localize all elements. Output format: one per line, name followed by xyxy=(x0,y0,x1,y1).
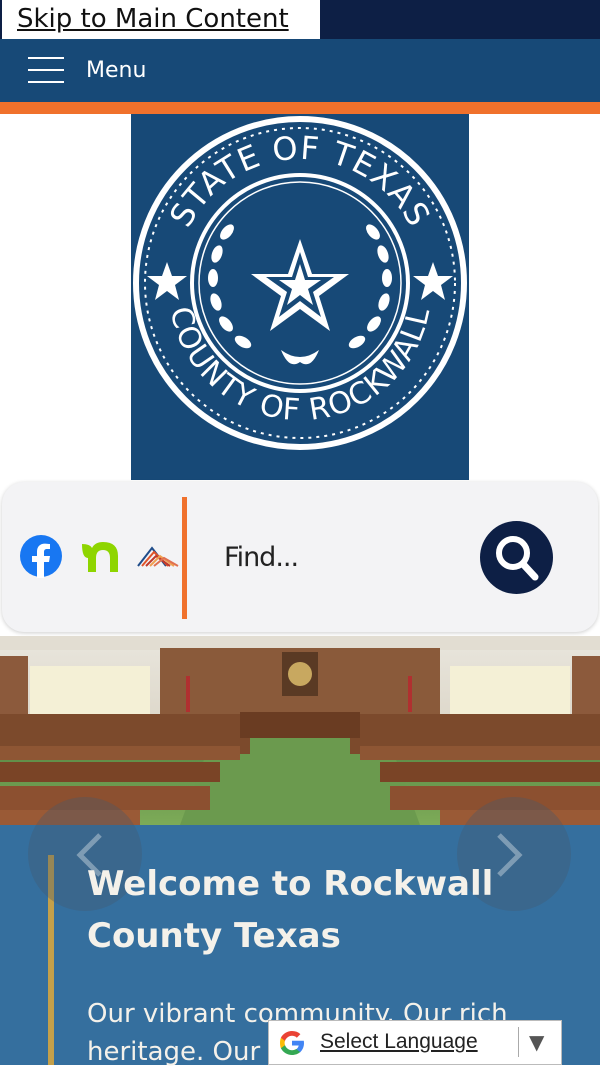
language-selector[interactable]: Select Language ▼ xyxy=(268,1020,562,1065)
seal-bottom-text: COUNTY OF ROCKWALL xyxy=(162,303,436,428)
nextdoor-icon[interactable] xyxy=(78,534,122,578)
county-app-icon[interactable] xyxy=(136,534,180,578)
language-selector-divider xyxy=(518,1027,519,1057)
county-seal-logo[interactable]: STATE OF TEXAS COUNTY OF ROCKWALL xyxy=(131,114,469,480)
search-icon xyxy=(496,536,539,581)
google-icon xyxy=(280,1031,304,1055)
svg-text:STATE OF TEXAS: STATE OF TEXAS xyxy=(162,129,438,234)
svg-text:COUNTY OF ROCKWALL: COUNTY OF ROCKWALL xyxy=(162,303,437,428)
language-selector-label: Select Language xyxy=(320,1030,478,1053)
accent-stripe xyxy=(0,102,600,114)
hero-title: Welcome to Rockwall County Texas xyxy=(87,864,494,956)
dropdown-arrow-icon: ▼ xyxy=(529,1030,545,1054)
search-divider xyxy=(182,497,187,619)
search-button[interactable] xyxy=(480,521,553,594)
skip-to-content-link[interactable]: Skip to Main Content xyxy=(2,0,320,39)
menu-button[interactable]: Menu xyxy=(86,57,146,85)
menu-icon[interactable] xyxy=(28,57,64,83)
seal-top-text: STATE OF TEXAS xyxy=(162,129,437,234)
facebook-icon[interactable] xyxy=(19,534,63,578)
search-input[interactable]: Find... xyxy=(224,540,299,576)
